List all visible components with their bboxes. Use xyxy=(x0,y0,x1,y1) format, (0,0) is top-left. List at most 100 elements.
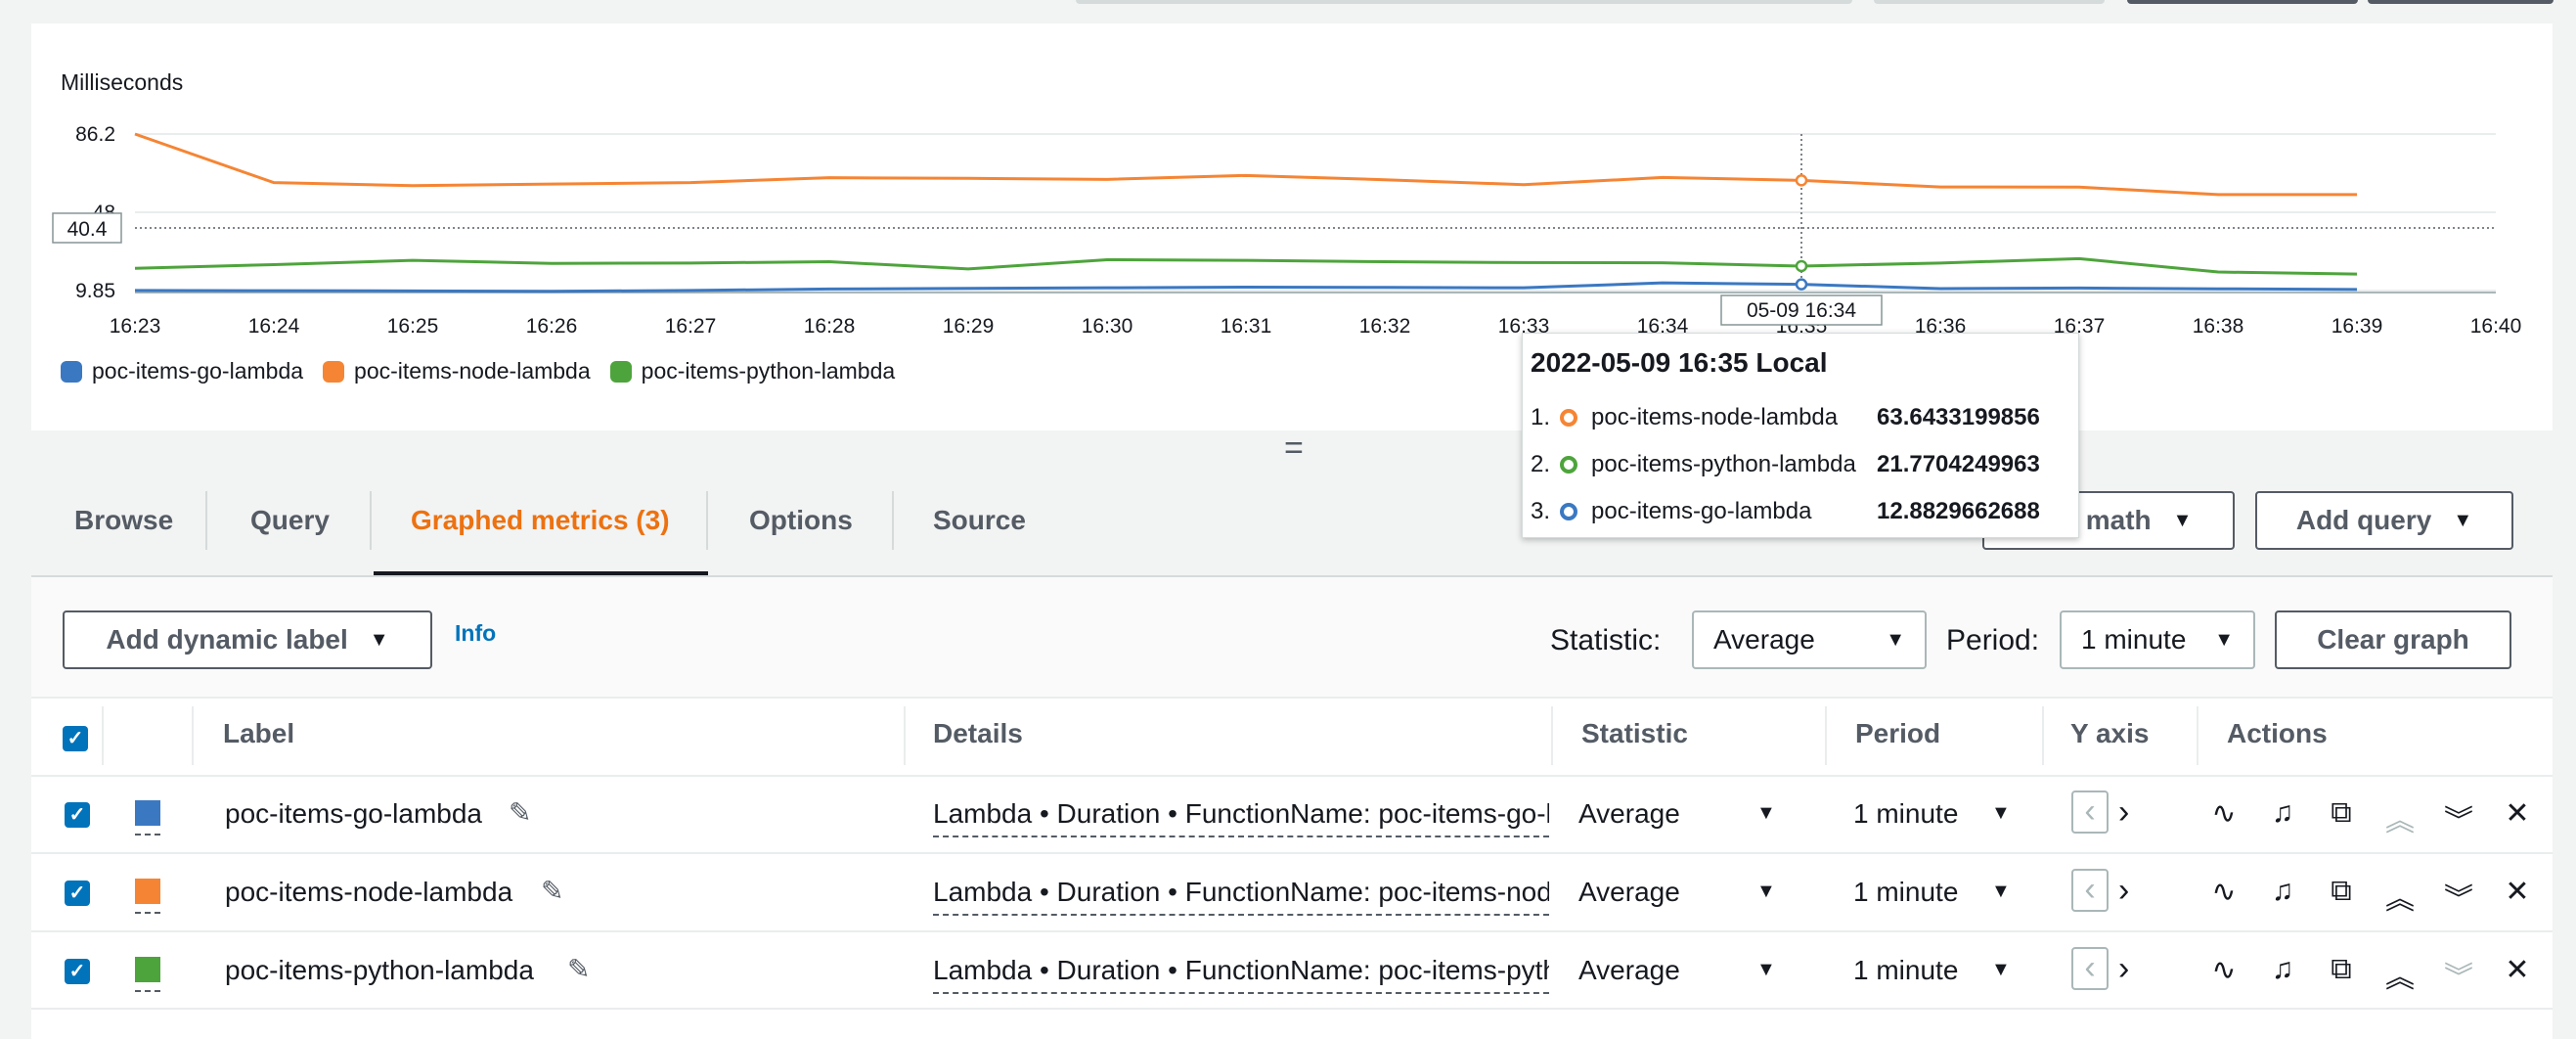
column-divider xyxy=(102,706,104,765)
copy-icon[interactable]: ⧉ xyxy=(2324,953,2359,986)
caret-down-icon[interactable]: ▼ xyxy=(1756,802,1776,825)
legend-item[interactable]: poc-items-node-lambda xyxy=(323,358,591,384)
column-header-statistic[interactable]: Statistic xyxy=(1581,718,1688,749)
row-statistic[interactable]: Average xyxy=(1578,798,1680,830)
caret-down-icon: ▼ xyxy=(2453,509,2473,531)
panel-resize-handle[interactable]: = xyxy=(1284,431,1304,465)
close-icon[interactable]: ✕ xyxy=(2500,953,2535,987)
tooltip-row: 3. poc-items-go-lambda 12.8829662688 xyxy=(1531,498,2040,525)
row-period[interactable]: 1 minute xyxy=(1853,877,1958,908)
tab-source[interactable]: Source xyxy=(933,479,1026,573)
row-details[interactable]: Lambda • Duration • FunctionName: poc-it… xyxy=(933,955,1549,994)
swatch-underline xyxy=(135,834,160,837)
row-checkbox[interactable]: ✓ xyxy=(65,959,90,984)
table-row-border xyxy=(31,1008,2553,1010)
series-color-swatch[interactable] xyxy=(135,800,160,826)
tab-graphed-metrics[interactable]: Graphed metrics (3) xyxy=(411,479,670,573)
move-up-icon[interactable]: ︽ xyxy=(2382,953,2418,996)
tooltip-value: 12.8829662688 xyxy=(1877,498,2040,524)
move-down-icon[interactable]: ︾ xyxy=(2441,796,2476,839)
add-query-label: Add query xyxy=(2295,505,2432,535)
caret-down-icon[interactable]: ▼ xyxy=(1991,802,2011,825)
legend-label: poc-items-node-lambda xyxy=(354,358,591,384)
copy-icon[interactable]: ⧉ xyxy=(2324,796,2359,830)
tab-options[interactable]: Options xyxy=(749,479,853,573)
legend-item[interactable]: poc-items-go-lambda xyxy=(61,358,303,384)
y-tick-label: 9.85 xyxy=(75,280,115,302)
row-details[interactable]: Lambda • Duration • FunctionName: poc-it… xyxy=(933,798,1549,837)
series-color-swatch[interactable] xyxy=(135,957,160,982)
caret-down-icon[interactable]: ▼ xyxy=(1756,959,1776,981)
pulse-icon[interactable]: ∿ xyxy=(2206,875,2242,909)
caret-down-icon: ▼ xyxy=(2172,509,2193,531)
caret-down-icon: ▼ xyxy=(1886,628,1905,651)
series-line xyxy=(134,256,2358,276)
add-dynamic-label-text: Add dynamic label xyxy=(106,624,348,655)
bell-icon[interactable]: ♫ xyxy=(2265,796,2300,830)
column-header-y-axis[interactable]: Y axis xyxy=(2070,718,2149,749)
add-dynamic-label-button[interactable]: Add dynamic label ▼ xyxy=(63,610,432,669)
column-header-details[interactable]: Details xyxy=(933,718,1023,749)
caret-down-icon: ▼ xyxy=(2214,628,2234,651)
chart-panel: Milliseconds86.2489.8516:2316:2416:2516:… xyxy=(31,23,2553,430)
tooltip-title: 2022-05-09 16:35 Local xyxy=(1531,347,1828,378)
copy-icon[interactable]: ⧉ xyxy=(2324,875,2359,908)
edit-label-icon[interactable]: ✎ xyxy=(509,796,531,829)
edit-label-icon[interactable]: ✎ xyxy=(567,953,590,985)
row-period[interactable]: 1 minute xyxy=(1853,798,1958,830)
edit-label-icon[interactable]: ✎ xyxy=(541,875,563,907)
bell-icon[interactable]: ♫ xyxy=(2265,953,2300,986)
x-tick-label: 16:32 xyxy=(1359,315,1411,338)
line-chart[interactable]: Milliseconds86.2489.8516:2316:2416:2516:… xyxy=(31,23,2553,346)
pulse-icon[interactable]: ∿ xyxy=(2206,953,2242,987)
series-color-swatch[interactable] xyxy=(135,879,160,904)
info-link[interactable]: Info xyxy=(455,620,496,647)
close-icon[interactable]: ✕ xyxy=(2500,875,2535,909)
column-divider xyxy=(2042,706,2044,765)
move-up-icon[interactable]: ︽ xyxy=(2382,875,2418,918)
pulse-icon[interactable]: ∿ xyxy=(2206,796,2242,831)
y-axis-left-button[interactable]: ‹ xyxy=(2071,947,2109,990)
select-all-checkbox[interactable]: ✓ xyxy=(63,726,88,751)
tooltip-value: 63.6433199856 xyxy=(1877,404,2040,430)
column-header-actions[interactable]: Actions xyxy=(2227,718,2328,749)
row-period[interactable]: 1 minute xyxy=(1853,955,1958,986)
row-statistic[interactable]: Average xyxy=(1578,955,1680,986)
period-label: Period: xyxy=(1946,624,2040,656)
row-label: poc-items-go-lambda xyxy=(225,798,482,829)
caret-down-icon[interactable]: ▼ xyxy=(1991,959,2011,981)
legend-label: poc-items-python-lambda xyxy=(641,358,896,384)
row-checkbox[interactable]: ✓ xyxy=(65,802,90,828)
y-axis-left-button[interactable]: ‹ xyxy=(2071,791,2109,834)
column-header-label[interactable]: Label xyxy=(223,718,294,749)
move-up-icon: ︽ xyxy=(2385,805,2415,837)
crosshair-x-label: 05-09 16:34 xyxy=(1747,299,1856,322)
close-icon[interactable]: ✕ xyxy=(2500,796,2535,831)
statistic-select[interactable]: Average ▼ xyxy=(1692,610,1927,669)
row-checkbox[interactable]: ✓ xyxy=(65,881,90,906)
clear-graph-button[interactable]: Clear graph xyxy=(2275,610,2511,669)
column-header-period[interactable]: Period xyxy=(1855,718,1940,749)
tab-browse[interactable]: Browse xyxy=(74,479,173,573)
row-statistic[interactable]: Average xyxy=(1578,877,1680,908)
column-divider xyxy=(2197,706,2198,765)
series-line xyxy=(134,132,2357,197)
y-axis-left-button[interactable]: ‹ xyxy=(2071,869,2109,912)
tooltip-series-name: poc-items-python-lambda xyxy=(1591,451,1856,477)
legend-label: poc-items-go-lambda xyxy=(92,358,304,384)
tab-query[interactable]: Query xyxy=(250,479,330,573)
tab-divider xyxy=(205,491,207,550)
legend-item[interactable]: poc-items-python-lambda xyxy=(609,358,896,384)
y-axis-right-button[interactable]: › xyxy=(2118,947,2129,990)
y-axis-right-button[interactable]: › xyxy=(2118,869,2129,912)
top-control-stub xyxy=(1874,0,2105,4)
bell-icon[interactable]: ♫ xyxy=(2265,875,2300,908)
caret-down-icon[interactable]: ▼ xyxy=(1991,881,2011,903)
row-details[interactable]: Lambda • Duration • FunctionName: poc-it… xyxy=(933,877,1549,916)
move-down-icon[interactable]: ︾ xyxy=(2441,875,2476,918)
y-axis-right-button[interactable]: › xyxy=(2118,791,2129,834)
add-query-button[interactable]: Add query ▼ xyxy=(2255,491,2513,550)
caret-down-icon[interactable]: ▼ xyxy=(1756,881,1776,903)
table-header-border xyxy=(31,775,2553,777)
period-select[interactable]: 1 minute ▼ xyxy=(2060,610,2255,669)
